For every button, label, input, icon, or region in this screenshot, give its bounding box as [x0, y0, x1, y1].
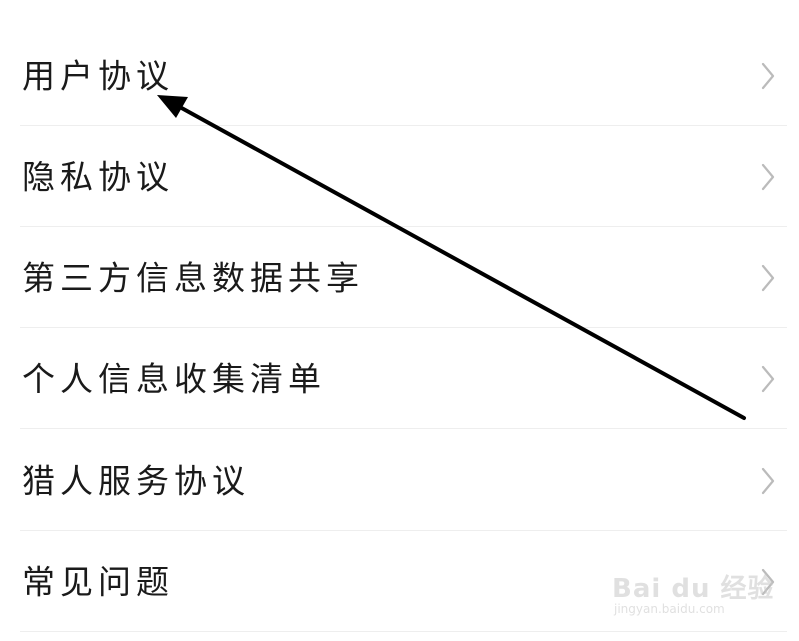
menu-item-privacy-agreement[interactable]: 隐私协议 — [0, 126, 799, 227]
settings-menu-list: 用户协议 隐私协议 第三方信息数据共享 个人信息收集清单 猎人服务协议 常见问题 — [0, 0, 799, 641]
menu-item-label: 常见问题 — [22, 562, 174, 601]
chevron-right-icon — [761, 62, 775, 89]
menu-item-hunter-service-agreement[interactable]: 猎人服务协议 — [0, 430, 799, 531]
chevron-right-icon — [761, 264, 775, 291]
menu-item-user-agreement[interactable]: 用户协议 — [0, 25, 799, 126]
chevron-right-icon — [761, 365, 775, 392]
menu-item-label: 隐私协议 — [22, 157, 174, 196]
divider — [20, 631, 787, 632]
menu-item-label: 第三方信息数据共享 — [22, 258, 364, 297]
menu-item-personal-info-list[interactable]: 个人信息收集清单 — [0, 328, 799, 429]
chevron-right-icon — [761, 467, 775, 494]
menu-item-label: 个人信息收集清单 — [22, 359, 326, 398]
chevron-right-icon — [761, 568, 775, 595]
menu-item-label: 用户协议 — [22, 56, 174, 95]
divider — [20, 428, 787, 429]
chevron-right-icon — [761, 163, 775, 190]
menu-item-third-party-data-sharing[interactable]: 第三方信息数据共享 — [0, 227, 799, 328]
menu-item-faq[interactable]: 常见问题 — [0, 531, 799, 632]
menu-item-label: 猎人服务协议 — [22, 461, 250, 500]
